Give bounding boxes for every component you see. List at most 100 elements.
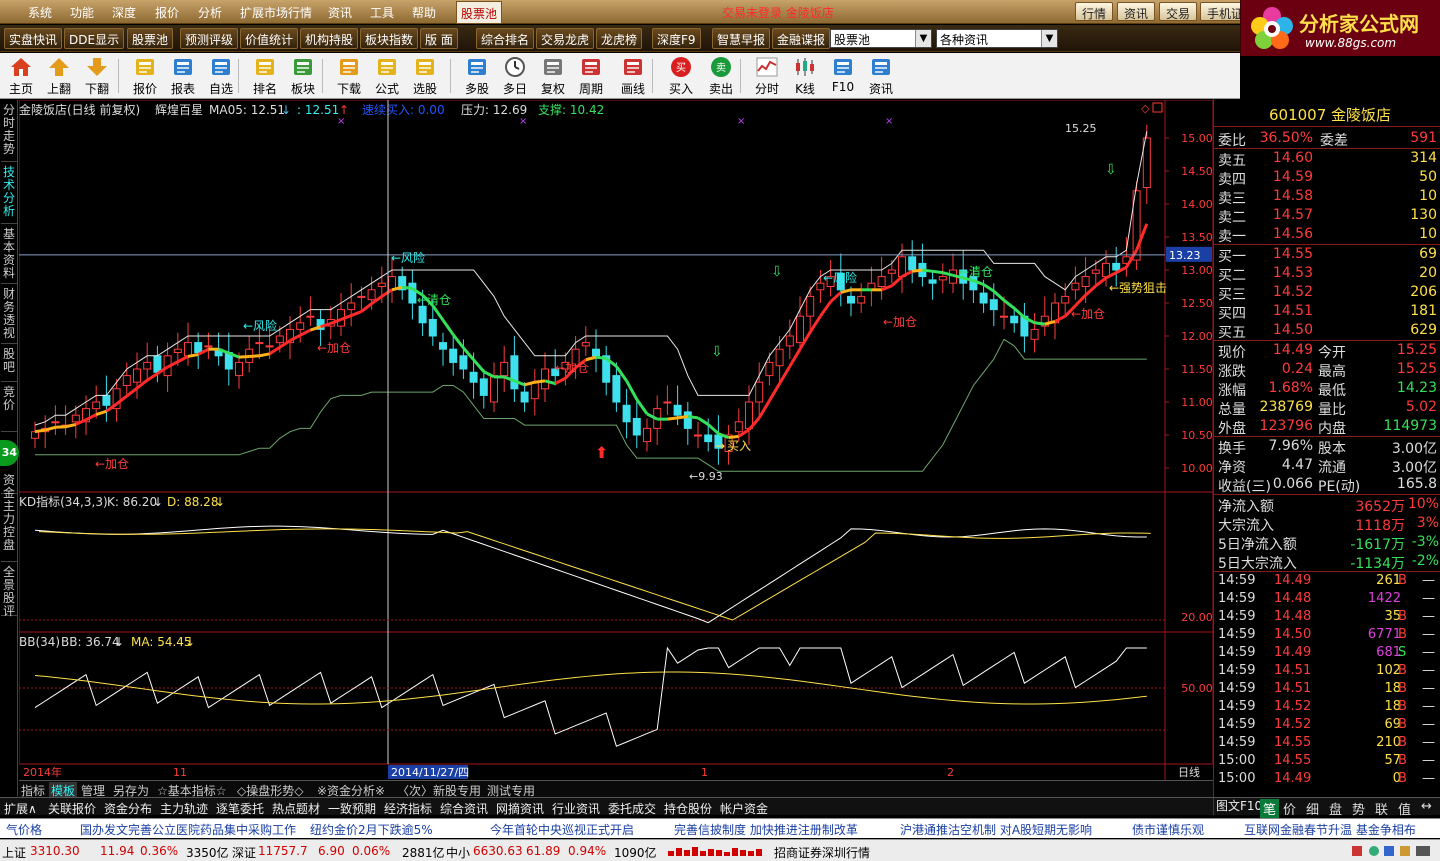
- toolbar-page-up-button[interactable]: 上翻: [40, 55, 78, 97]
- menu-quote[interactable]: 报价: [155, 4, 179, 21]
- quote-tab[interactable]: 联: [1375, 799, 1388, 818]
- top-btn-quote[interactable]: 行情: [1075, 2, 1114, 21]
- stock-pool-select[interactable]: 股票池 ▼: [830, 29, 932, 48]
- toolbar-formula-button[interactable]: 公式: [368, 55, 406, 97]
- info-tab[interactable]: 帐户资金: [720, 800, 768, 817]
- feat-ranking[interactable]: 综合排名: [476, 28, 535, 49]
- left-tab-technical[interactable]: 技术分析: [1, 164, 17, 224]
- toolbar-timeshare-button[interactable]: 分时: [748, 55, 786, 97]
- toolbar-news-button[interactable]: 资讯: [862, 55, 900, 97]
- toolbar-period-button[interactable]: 周期: [572, 55, 610, 97]
- feat-depth-f9[interactable]: 深度F9: [652, 28, 701, 49]
- feat-forecast[interactable]: 预测评级: [180, 28, 239, 49]
- quote-tab[interactable]: 价: [1283, 799, 1296, 818]
- toolbar-sector-button[interactable]: 板块: [284, 55, 322, 97]
- toolbar-page-down-button[interactable]: 下翻: [78, 55, 116, 97]
- feat-dde[interactable]: DDE显示: [64, 28, 125, 49]
- news-type-select[interactable]: 各种资讯 ▼: [936, 29, 1058, 48]
- toolbar-report-button[interactable]: 报表: [164, 55, 202, 97]
- info-tab[interactable]: 关联报价: [48, 800, 96, 817]
- ticker-headline[interactable]: 互联网金融春节升温 基金争相布: [1244, 821, 1416, 838]
- feat-dragon-list[interactable]: 龙虎榜: [596, 28, 643, 49]
- menu-function[interactable]: 功能: [70, 4, 94, 21]
- kline-chart[interactable]: 15.00 14.50 14.00 13.50 13.00 12.50 12.00 11.50…: [19, 100, 1213, 780]
- toolbar-ranking-button[interactable]: 排名: [246, 55, 284, 97]
- info-tab[interactable]: 网摘资讯: [496, 800, 544, 817]
- quote-tab[interactable]: 笔: [1260, 799, 1280, 818]
- ticker-headline[interactable]: 沪港通推沽空机制 对A股短期无影响: [900, 821, 1092, 838]
- left-tab-capital[interactable]: 资金: [1, 472, 17, 500]
- risk-annotation: ←风险: [391, 250, 425, 265]
- feat-morning-report[interactable]: 智慧早报: [712, 28, 771, 49]
- toolbar-f10-button[interactable]: F10: [824, 55, 862, 97]
- left-tab-forum[interactable]: 股吧: [1, 346, 17, 382]
- toolbar-kline-button[interactable]: K线: [786, 55, 824, 97]
- candle-body: [877, 276, 886, 288]
- trend-ma-segment: [922, 268, 933, 273]
- info-tab[interactable]: 扩展∧: [4, 800, 37, 817]
- toolbar-multi-stock-button[interactable]: 多股: [458, 55, 496, 97]
- info-tab[interactable]: 一致预期: [328, 800, 376, 817]
- quote-tab[interactable]: 势: [1352, 799, 1365, 818]
- info-tab[interactable]: 逐笔委托: [216, 800, 264, 817]
- toolbar-download-button[interactable]: 下载: [330, 55, 368, 97]
- sell-signal-icon: ⇩: [1105, 162, 1117, 178]
- trend-ma-segment: [687, 415, 699, 420]
- info-tab[interactable]: 行业资讯: [552, 800, 600, 817]
- toolbar-buy-button[interactable]: 买买入: [662, 55, 700, 97]
- menu-depth[interactable]: 深度: [112, 4, 136, 21]
- feat-trade-dragon[interactable]: 交易龙虎: [536, 28, 595, 49]
- menu-analysis[interactable]: 分析: [198, 4, 222, 21]
- left-tab-financial[interactable]: 财务透视: [1, 286, 17, 344]
- info-tab[interactable]: 热点题材: [272, 800, 320, 817]
- quote-tab[interactable]: 值: [1398, 799, 1411, 818]
- top-btn-news[interactable]: 资讯: [1117, 2, 1156, 21]
- feat-layout[interactable]: 版 面: [420, 28, 458, 49]
- feat-value-stats[interactable]: 价值统计: [240, 28, 299, 49]
- left-tab-main-control[interactable]: 主力控盘: [1, 498, 17, 562]
- kline-chart-area[interactable]: 15.00 14.50 14.00 13.50 13.00 12.50 12.00 11.50…: [19, 100, 1213, 780]
- period-label[interactable]: 日线: [1178, 765, 1200, 779]
- ticker-headline[interactable]: 气价格: [6, 821, 42, 838]
- quote-tab[interactable]: ↔: [1421, 799, 1432, 814]
- toolbar-quote-button[interactable]: 报价: [126, 55, 164, 97]
- left-tab-auction[interactable]: 竞价: [1, 384, 17, 432]
- menu-help[interactable]: 帮助: [412, 4, 436, 21]
- toolbar-home-button[interactable]: 主页: [2, 55, 40, 97]
- feat-institution[interactable]: 机构持股: [300, 28, 359, 49]
- feat-stock-pool[interactable]: 股票池: [127, 28, 174, 49]
- menu-extended-market[interactable]: 扩展市场行情: [240, 4, 312, 21]
- menu-stock-pool[interactable]: 股票池: [456, 1, 503, 24]
- info-tab[interactable]: 经济指标: [384, 800, 432, 817]
- left-tab-fundamentals[interactable]: 基本资料: [1, 226, 17, 284]
- menu-news[interactable]: 资讯: [328, 4, 352, 21]
- feat-sector-index[interactable]: 板块指数: [360, 28, 419, 49]
- toolbar-watchlist-button[interactable]: 自选: [202, 55, 240, 97]
- toolbar-multi-day-button[interactable]: 多日: [496, 55, 534, 97]
- ticker-headline[interactable]: 完善信披制度 加快推进注册制改革: [674, 821, 858, 838]
- left-tab-panorama[interactable]: 全景股评: [1, 564, 17, 618]
- feat-realtime-news[interactable]: 实盘快讯: [4, 28, 63, 49]
- quote-tab[interactable]: 细: [1306, 799, 1319, 818]
- info-tab[interactable]: 持仓股份: [664, 800, 712, 817]
- menu-system[interactable]: 系统: [28, 4, 52, 21]
- ticker-headline[interactable]: 纽约金价2月下跌逾5%: [310, 821, 433, 838]
- menu-tools[interactable]: 工具: [370, 4, 394, 21]
- info-tab[interactable]: 委托成交: [608, 800, 656, 817]
- f10-graphic-tab[interactable]: 图文F10: [1216, 797, 1262, 814]
- toolbar-screener-button[interactable]: 选股: [406, 55, 444, 97]
- info-tab[interactable]: 资金分布: [104, 800, 152, 817]
- toolbar-adjust-button[interactable]: 复权: [534, 55, 572, 97]
- ticker-headline[interactable]: 国办发文完善公立医院药品集中采购工作: [80, 821, 296, 838]
- info-tab[interactable]: 主力轨迹: [160, 800, 208, 817]
- info-tab[interactable]: 综合资讯: [440, 800, 488, 817]
- ticker-headline[interactable]: 债市谨慎乐观: [1132, 821, 1204, 838]
- quote-tab[interactable]: 盘: [1329, 799, 1342, 818]
- top-btn-trade[interactable]: 交易: [1159, 2, 1198, 21]
- toolbar-draw-line-button[interactable]: 画线: [614, 55, 652, 97]
- feat-finance-intel[interactable]: 金融谍报: [772, 28, 831, 49]
- left-tab-timeshare[interactable]: 分时走势: [1, 102, 17, 162]
- toolbar-sell-button[interactable]: 卖卖出: [702, 55, 740, 97]
- stat-value: 165.8: [1396, 476, 1437, 492]
- ticker-headline[interactable]: 今年首轮中央巡视正式开启: [490, 821, 634, 838]
